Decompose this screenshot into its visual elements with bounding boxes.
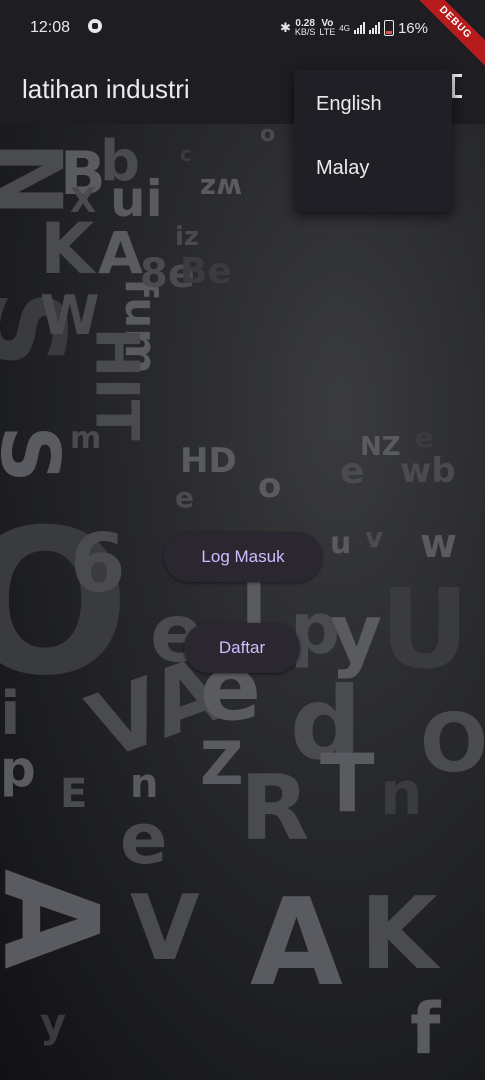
menu-item-english[interactable]: English <box>294 72 452 136</box>
wallpaper-glyph: f <box>410 988 441 1070</box>
wallpaper-glyph: c <box>180 142 192 166</box>
volte-indicator: Vo LTE <box>319 19 335 37</box>
status-indicators: ✱ 0.28 KB/S Vo LTE 4G 16% <box>280 18 428 38</box>
bluetooth-icon: ✱ <box>280 20 291 35</box>
wallpaper-glyph: y <box>330 587 383 680</box>
wallpaper-glyph: A <box>0 869 126 970</box>
wallpaper-glyph: e <box>120 798 168 880</box>
signal-strength-2-icon <box>368 22 380 34</box>
wallpaper-glyph: K <box>360 875 438 992</box>
wallpaper-glyph: i <box>0 679 21 749</box>
wallpaper-glyph: Z <box>200 729 244 799</box>
app-title: latihan industri <box>22 74 190 104</box>
football-notification-icon <box>88 19 102 33</box>
language-menu-icon[interactable] <box>452 74 462 98</box>
wallpaper-glyph: u <box>330 526 352 561</box>
wallpaper-glyph: w <box>420 521 457 567</box>
status-bar: 12:08 ✱ 0.28 KB/S Vo LTE 4G 16% <box>0 0 485 56</box>
battery-icon <box>383 20 394 36</box>
lte-label: LTE <box>319 27 336 37</box>
wallpaper-glyph: 6 <box>70 517 126 610</box>
network-type-label: 4G <box>339 23 350 33</box>
wallpaper-glyph: U <box>380 565 470 693</box>
wallpaper-glyph: wz <box>200 172 243 205</box>
wallpaper-glyph: ui <box>110 170 163 228</box>
wallpaper-glyph: A <box>250 874 343 1013</box>
wallpaper-glyph: O <box>420 697 485 790</box>
menu-item-malay[interactable]: Malay <box>294 136 452 200</box>
wallpaper-glyph: A <box>98 219 143 287</box>
wallpaper-glyph: e <box>415 421 434 454</box>
wallpaper-glyph: o <box>260 124 276 147</box>
wallpaper-glyph: S <box>0 425 76 483</box>
wallpaper-glyph: e <box>175 481 194 514</box>
wallpaper-glyph: Be <box>180 251 232 292</box>
wallpaper-glyph: o <box>258 466 282 506</box>
background-wallpaper: N B b ui X A K S W fum 8e Be iz wz o c H… <box>0 124 485 1080</box>
wallpaper-glyph: K <box>40 208 95 290</box>
network-speed: 0.28 KB/S <box>295 19 316 37</box>
wallpaper-glyph: m <box>70 421 102 456</box>
wallpaper-glyph: n <box>380 759 423 829</box>
network-speed-unit: KB/S <box>294 27 316 37</box>
language-popup-menu: English Malay <box>294 70 452 212</box>
status-time: 12:08 <box>30 19 71 36</box>
wallpaper-glyph: wb <box>400 451 456 491</box>
wallpaper-glyph: E <box>60 771 88 817</box>
wallpaper-glyph: V <box>130 876 200 981</box>
wallpaper-glyph: NZ <box>360 432 401 462</box>
register-button[interactable]: Daftar <box>184 623 300 673</box>
wallpaper-glyph: p <box>0 740 36 798</box>
wallpaper-glyph: HD <box>180 441 237 481</box>
wallpaper-glyph: v <box>365 521 384 554</box>
wallpaper-glyph: y <box>40 1001 67 1047</box>
login-button[interactable]: Log Masuk <box>164 532 322 582</box>
wallpaper-glyph: R <box>240 756 310 861</box>
signal-strength-icon <box>353 22 365 34</box>
wallpaper-glyph: iz <box>175 222 200 252</box>
wallpaper-glyph: T <box>320 737 375 830</box>
battery-percent: 16% <box>397 19 428 37</box>
